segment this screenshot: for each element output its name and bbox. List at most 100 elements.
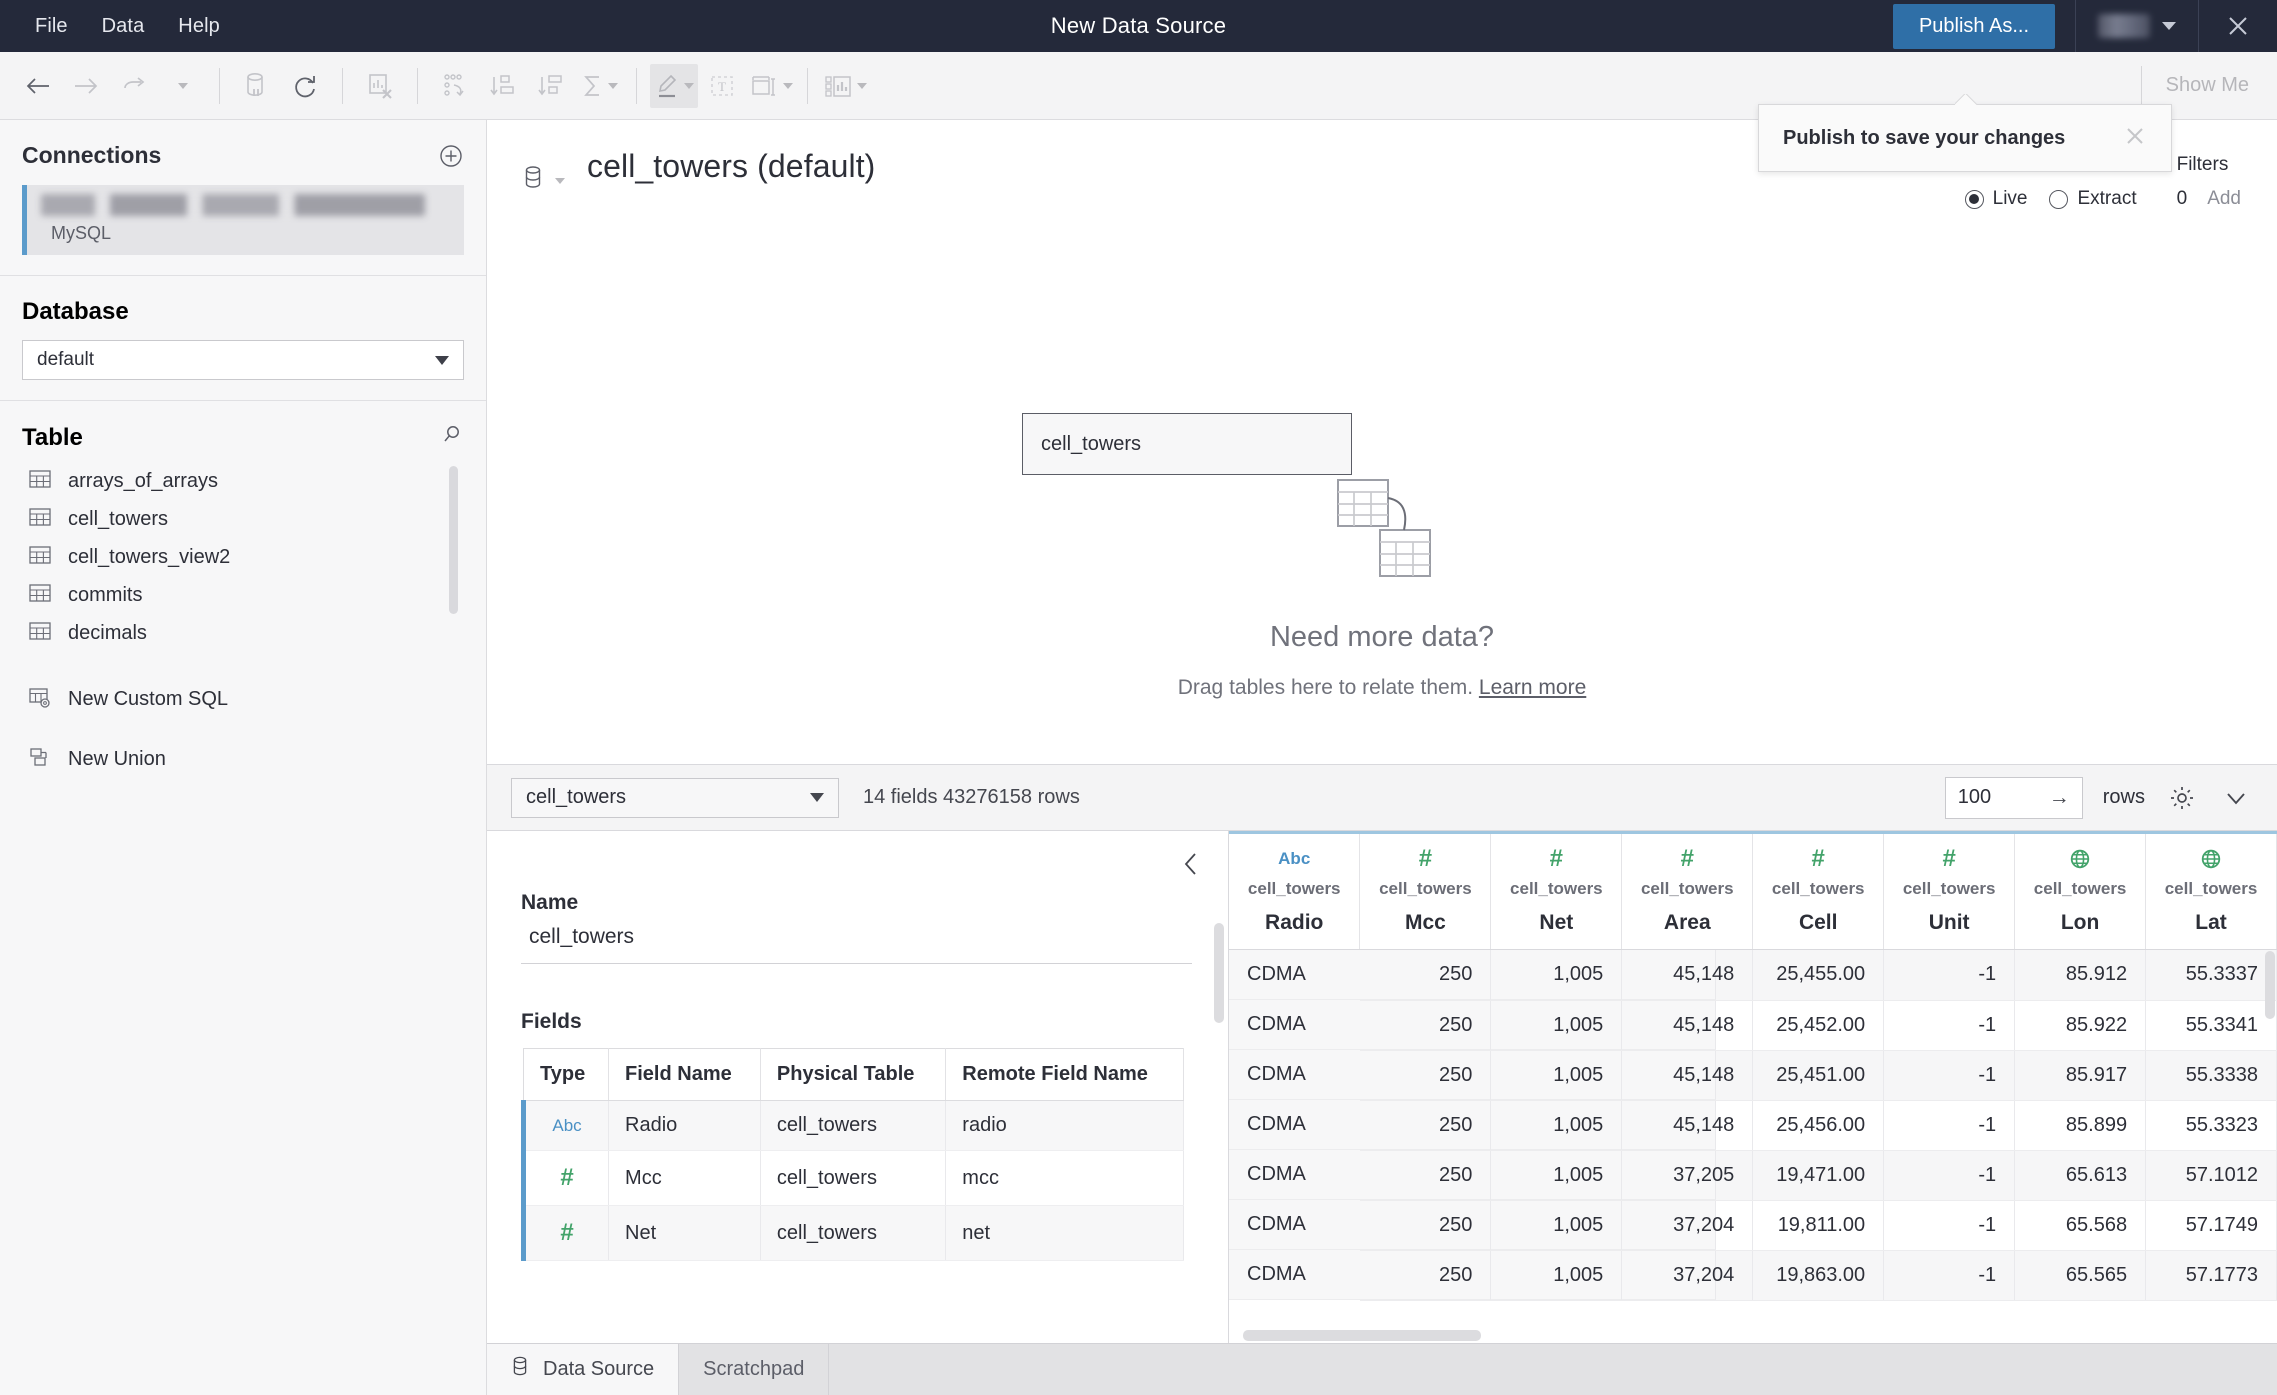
fields-col-type[interactable]: Type: [523, 1048, 610, 1101]
forward-arrow-icon[interactable]: [62, 64, 110, 108]
database-select[interactable]: default: [22, 340, 464, 380]
table-list-item-cell-towers-view2[interactable]: cell_towers_view2: [22, 538, 464, 576]
data-grid-col-radio[interactable]: Abc cell_towers Radio: [1229, 831, 1361, 950]
fields-cell-remote-field-name: mcc: [945, 1150, 1184, 1206]
chevron-down-icon: [555, 177, 565, 184]
tab-data-source[interactable]: Data Source: [487, 1344, 680, 1395]
callout-arrow: [1955, 94, 1977, 105]
toolbar-caret-icon[interactable]: [158, 64, 206, 108]
pause-data-icon[interactable]: [233, 64, 281, 108]
connection-item[interactable]: MySQL: [22, 185, 464, 255]
data-grid-row[interactable]: CDMA 250 1,005 45,148 25,455.00 -1 85.912 55.33…: [1229, 949, 2277, 1001]
data-grid-col-source: cell_towers: [1247, 879, 1341, 898]
add-filter-button[interactable]: Add: [2207, 188, 2241, 210]
fit-icon[interactable]: [746, 64, 794, 108]
sort-ascending-icon[interactable]: [479, 64, 527, 108]
fields-col-remote-field-name[interactable]: Remote Field Name: [945, 1048, 1184, 1101]
new-union-button[interactable]: New Union: [22, 740, 464, 778]
window-close-button[interactable]: [2199, 0, 2277, 52]
table-list-item-commits[interactable]: commits: [22, 576, 464, 614]
table-list-item-decimals[interactable]: decimals: [22, 614, 464, 652]
data-grid-col-lat[interactable]: cell_towers Lat: [2145, 831, 2277, 950]
data-grid-header-row: Abc cell_towers Radio # cell_towers Mcc: [1229, 831, 2277, 950]
totals-icon[interactable]: [575, 64, 623, 108]
connection-radio-live[interactable]: Live: [1964, 188, 2027, 210]
data-grid-cell: 19,471.00: [1752, 1150, 1885, 1201]
menu-item-help[interactable]: Help: [161, 9, 237, 44]
sort-descending-icon[interactable]: [527, 64, 575, 108]
divider: [342, 67, 343, 104]
labels-icon[interactable]: T: [698, 64, 746, 108]
data-grid-row[interactable]: CDMA 250 1,005 45,148 25,456.00 -1 85.899 55.33…: [1229, 1100, 2277, 1151]
redo-icon[interactable]: [110, 64, 158, 108]
canvas-table-card-label: cell_towers: [1041, 432, 1142, 455]
data-grid-col-mcc[interactable]: # cell_towers Mcc: [1359, 831, 1492, 950]
refresh-icon[interactable]: [281, 64, 329, 108]
data-grid-row[interactable]: CDMA 250 1,005 45,148 25,451.00 -1 85.917 55.33…: [1229, 1050, 2277, 1101]
chevron-left-icon[interactable]: [1180, 849, 1202, 884]
fields-table-row[interactable]: # Mcc cell_towers mcc: [520, 1150, 1184, 1206]
table-list-scrollbar[interactable]: [449, 466, 458, 614]
chevron-down-icon: [435, 355, 449, 365]
add-connection-button[interactable]: [438, 143, 464, 169]
data-grid-col-source: cell_towers: [2033, 879, 2127, 898]
tab-scratchpad[interactable]: Scratchpad: [679, 1344, 830, 1395]
connections-title: Connections: [22, 142, 162, 168]
divider: [636, 67, 637, 104]
data-grid-row[interactable]: CDMA 250 1,005 37,204 19,863.00 -1 65.565 57.17…: [1229, 1250, 2277, 1301]
arrow-right-icon[interactable]: →: [2049, 786, 2070, 810]
data-grid-col-cell[interactable]: # cell_towers Cell: [1752, 831, 1885, 950]
callout-close-button[interactable]: [2123, 124, 2147, 153]
grid-table-select[interactable]: cell_towers: [511, 777, 839, 818]
data-grid-cell: -1: [1883, 949, 2016, 1001]
back-arrow-icon[interactable]: [14, 64, 62, 108]
data-grid-col-source: cell_towers: [1771, 879, 1865, 898]
data-grid-col-unit[interactable]: # cell_towers Unit: [1883, 831, 2016, 950]
fields-col-field-name[interactable]: Field Name: [608, 1048, 761, 1101]
new-custom-sql-button[interactable]: New Custom SQL: [22, 680, 464, 718]
connection-radio-extract[interactable]: Extract: [2049, 188, 2137, 210]
data-grid-col-net[interactable]: # cell_towers Net: [1490, 831, 1623, 950]
fields-table-row[interactable]: Abc Radio cell_towers radio: [520, 1100, 1184, 1151]
data-grid-horizontal-scrollbar[interactable]: [1243, 1330, 1481, 1341]
table-list-item-arrays-of-arrays[interactable]: arrays_of_arrays: [22, 462, 464, 500]
data-grid-row[interactable]: CDMA 250 1,005 37,205 19,471.00 -1 65.613 57.10…: [1229, 1150, 2277, 1201]
user-account-menu[interactable]: [2076, 0, 2198, 52]
grid-row-info: 14 fields 43276158 rows: [863, 786, 1080, 808]
fields-col-physical-table[interactable]: Physical Table: [760, 1048, 947, 1101]
highlighter-icon[interactable]: [650, 63, 698, 108]
data-grid-cell: 85.899: [2014, 1100, 2147, 1151]
row-limit-input[interactable]: 100 →: [1944, 776, 2083, 819]
data-grid-body: CDMA 250 1,005 45,148 25,455.00 -1 85.912 55.33…: [1229, 949, 2277, 1301]
show-me-button[interactable]: Show Me: [2140, 65, 2263, 106]
show-cards-icon[interactable]: [821, 64, 869, 108]
custom-sql-icon: [28, 686, 52, 713]
menu-item-data[interactable]: Data: [85, 9, 162, 44]
publish-as-button[interactable]: Publish As...: [1892, 3, 2055, 49]
gear-icon[interactable]: [2165, 781, 2199, 815]
data-grid-vertical-scrollbar[interactable]: [2265, 951, 2275, 1019]
hash-icon: #: [560, 1164, 574, 1191]
table-name-input[interactable]: [521, 915, 1192, 964]
search-icon[interactable]: [440, 423, 464, 452]
data-grid-col-lon[interactable]: cell_towers Lon: [2014, 831, 2147, 950]
divider: [417, 67, 418, 104]
clear-sheet-icon[interactable]: [356, 64, 404, 108]
data-grid-row[interactable]: CDMA 250 1,005 45,148 25,452.00 -1 85.922 55.33…: [1229, 1000, 2277, 1051]
datasource-menu[interactable]: [523, 164, 565, 197]
fields-table-scrollbar[interactable]: [1214, 923, 1224, 1023]
data-grid-row[interactable]: CDMA 250 1,005 37,204 19,811.00 -1 65.568 57.17…: [1229, 1200, 2277, 1251]
data-grid-cell: -1: [1883, 1250, 2016, 1301]
data-grid-col-area[interactable]: # cell_towers Area: [1621, 831, 1754, 950]
chevron-down-icon[interactable]: [2219, 781, 2253, 815]
data-grid-col-source: cell_towers: [1510, 879, 1603, 898]
abc-icon: Abc: [552, 1116, 582, 1135]
swap-rows-cols-icon[interactable]: [431, 64, 479, 108]
table-list-item-cell-towers[interactable]: cell_towers: [22, 500, 464, 538]
learn-more-link[interactable]: Learn more: [1479, 676, 1586, 699]
menu-item-file[interactable]: File: [18, 9, 85, 44]
fields-table-row[interactable]: # Net cell_towers net: [520, 1205, 1184, 1261]
canvas-table-card[interactable]: cell_towers: [1022, 413, 1352, 475]
data-grid-cell: 25,452.00: [1752, 1000, 1885, 1051]
table-metadata-pane: Name Fields Type Field Name Physical Tab…: [487, 831, 1229, 1343]
